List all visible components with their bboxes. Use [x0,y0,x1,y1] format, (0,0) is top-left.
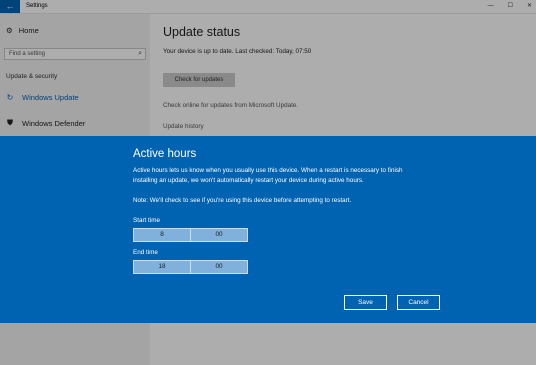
end-minute-field[interactable]: 00 [190,261,247,273]
start-time-picker[interactable]: 8 00 [133,228,248,242]
end-hour-field[interactable]: 18 [134,261,190,273]
dialog-title: Active hours [133,148,197,160]
save-button[interactable]: Save [344,295,387,310]
cancel-button[interactable]: Cancel [397,295,440,310]
end-time-picker[interactable]: 18 00 [133,260,248,274]
start-hour-field[interactable]: 8 [134,229,190,241]
start-time-label: Start time [133,217,160,224]
start-minute-field[interactable]: 00 [190,229,247,241]
dialog-description: Active hours lets us know when you usual… [133,167,403,184]
end-time-label: End time [133,249,158,256]
active-hours-dialog: Active hours Active hours lets us know w… [0,136,536,323]
dialog-note: Note: We'll check to see if you're using… [133,197,352,204]
